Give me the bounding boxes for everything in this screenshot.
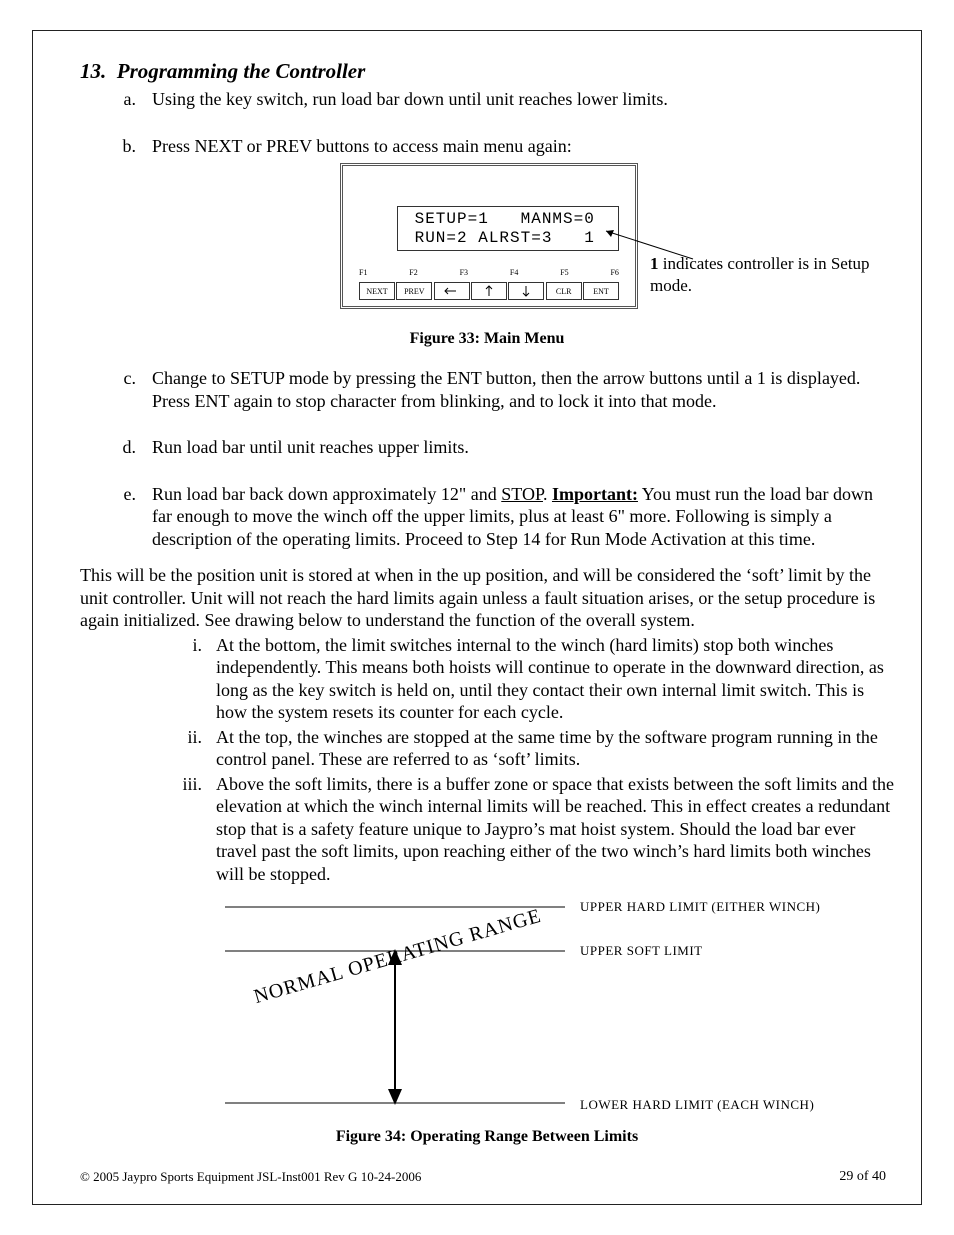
sub-iii-text: Above the soft limits, there is a buffer… <box>216 773 894 886</box>
lcd-line-1: SETUP=1 MANMS=0 <box>404 210 595 228</box>
step-b: b. Press NEXT or PREV buttons to access … <box>80 135 894 158</box>
paragraph-soft-limit: This will be the position unit is stored… <box>80 564 894 632</box>
figure-33: SETUP=1 MANMS=0 RUN=2 ALRST=3 1 F1 F2 F3… <box>80 163 894 323</box>
ent-button[interactable]: ENT <box>583 282 619 300</box>
step-a: a. Using the key switch, run load bar do… <box>80 88 894 111</box>
step-e-text: Run load bar back down approximately 12"… <box>152 483 894 551</box>
page-number: 29 of 40 <box>839 1168 886 1186</box>
up-arrow-button[interactable] <box>471 282 507 300</box>
step-e-stop: STOP <box>501 484 543 504</box>
step-d: d. Run load bar until unit reaches upper… <box>80 436 894 459</box>
next-button[interactable]: NEXT <box>359 282 395 300</box>
sub-i-text: At the bottom, the limit switches intern… <box>216 634 894 724</box>
step-b-text: Press NEXT or PREV buttons to access mai… <box>152 135 894 158</box>
f2-label: F2 <box>409 268 417 278</box>
section-heading: 13. Programming the Controller <box>80 58 894 84</box>
sub-ii: ii. At the top, the winches are stopped … <box>116 726 894 771</box>
f5-label: F5 <box>560 268 568 278</box>
step-e-lead: Run load bar back down approximately 12"… <box>152 484 501 504</box>
clr-button[interactable]: CLR <box>546 282 582 300</box>
step-c-text: Change to SETUP mode by pressing the ENT… <box>152 367 894 412</box>
lcd-screen: SETUP=1 MANMS=0 RUN=2 ALRST=3 1 <box>397 206 619 251</box>
lower-hard-limit-label: LOWER HARD LIMIT (EACH WINCH) <box>580 1097 814 1113</box>
sub-i-marker: i. <box>116 634 216 724</box>
callout-bold: 1 <box>650 254 659 273</box>
figure-34-caption: Figure 34: Operating Range Between Limit… <box>80 1127 894 1147</box>
up-arrow-icon <box>479 283 499 299</box>
roman-sublist: i. At the bottom, the limit switches int… <box>116 634 894 886</box>
lcd-line-2: RUN=2 ALRST=3 1 <box>404 229 595 247</box>
left-arrow-button[interactable] <box>434 282 470 300</box>
step-e: e. Run load bar back down approximately … <box>80 483 894 551</box>
sub-ii-marker: ii. <box>116 726 216 771</box>
prev-button[interactable]: PREV <box>396 282 432 300</box>
sub-ii-text: At the top, the winches are stopped at t… <box>216 726 894 771</box>
callout-text: 1 indicates controller is in Setup mode. <box>650 253 900 296</box>
controller-buttons: NEXT PREV CLR ENT <box>359 282 619 300</box>
step-e-dot: . <box>543 484 552 504</box>
figure-33-caption: Figure 33: Main Menu <box>80 329 894 349</box>
f1-label: F1 <box>359 268 367 278</box>
f4-label: F4 <box>510 268 518 278</box>
sub-i: i. At the bottom, the limit switches int… <box>116 634 894 724</box>
step-d-text: Run load bar until unit reaches upper li… <box>152 436 894 459</box>
figure-34: NORMAL OPERATING RANGE UPPER HARD LIMIT … <box>80 893 894 1123</box>
page-content: 13. Programming the Controller a. Using … <box>80 58 894 1165</box>
sub-iii: iii. Above the soft limits, there is a b… <box>116 773 894 886</box>
step-c: c. Change to SETUP mode by pressing the … <box>80 367 894 412</box>
f3-label: F3 <box>460 268 468 278</box>
down-arrow-button[interactable] <box>508 282 544 300</box>
step-c-marker: c. <box>80 367 152 412</box>
footer-copyright: © 2005 Jaypro Sports Equipment JSL-Inst0… <box>80 1169 421 1185</box>
step-a-text: Using the key switch, run load bar down … <box>152 88 894 111</box>
upper-soft-limit-label: UPPER SOFT LIMIT <box>580 943 703 959</box>
section-number: 13. <box>80 59 106 83</box>
sub-iii-marker: iii. <box>116 773 216 886</box>
f-key-labels: F1 F2 F3 F4 F5 F6 <box>359 268 619 278</box>
controller-panel: SETUP=1 MANMS=0 RUN=2 ALRST=3 1 F1 F2 F3… <box>340 163 638 309</box>
step-d-marker: d. <box>80 436 152 459</box>
step-b-marker: b. <box>80 135 152 158</box>
upper-hard-limit-label: UPPER HARD LIMIT (EITHER WINCH) <box>580 899 820 915</box>
f6-label: F6 <box>610 268 618 278</box>
step-e-marker: e. <box>80 483 152 551</box>
down-arrow-icon <box>516 283 536 299</box>
step-e-important: Important: <box>552 484 638 504</box>
step-a-marker: a. <box>80 88 152 111</box>
left-arrow-icon <box>442 283 462 299</box>
callout-rest: indicates controller is in Setup mode. <box>650 254 870 294</box>
section-title: Programming the Controller <box>117 59 366 83</box>
